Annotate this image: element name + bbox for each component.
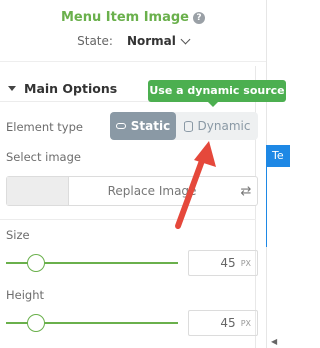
- canvas-element-tag[interactable]: Te: [266, 145, 290, 167]
- main-options-section: Main Options: [0, 66, 256, 348]
- size-input[interactable]: 45 PX: [188, 250, 258, 276]
- divider: [0, 219, 256, 220]
- scroll-down-icon[interactable]: ◀: [271, 337, 277, 346]
- state-label: State:: [77, 34, 113, 48]
- size-value[interactable]: 45: [220, 256, 235, 270]
- height-unit: PX: [240, 318, 251, 328]
- static-option-button[interactable]: Static: [110, 112, 176, 140]
- panel-header: Menu Item Image ? State: Normal: [0, 0, 266, 62]
- element-type-toggle: Static Dynamic: [110, 112, 258, 140]
- height-slider-handle[interactable]: [27, 314, 45, 332]
- select-image-label: Select image: [6, 150, 81, 164]
- height-input[interactable]: 45 PX: [188, 310, 258, 336]
- panel-title: Menu Item Image: [60, 10, 189, 25]
- dynamic-source-tooltip: Use a dynamic source: [148, 80, 286, 107]
- caret-down-icon: [8, 86, 16, 91]
- image-thumbnail[interactable]: [7, 177, 69, 205]
- size-slider-handle[interactable]: [27, 254, 45, 272]
- state-dropdown[interactable]: Normal: [126, 34, 191, 48]
- height-label: Height: [6, 288, 45, 302]
- static-option-label: Static: [130, 119, 171, 133]
- section-title: Main Options: [24, 81, 118, 96]
- link-icon: [115, 123, 126, 129]
- canvas-area: [266, 0, 290, 348]
- size-slider[interactable]: [6, 254, 178, 272]
- dynamic-option-button[interactable]: Dynamic: [176, 112, 258, 140]
- properties-panel: Menu Item Image ? State: Normal Main Opt…: [0, 0, 286, 348]
- chevron-down-icon: [180, 34, 191, 44]
- image-picker[interactable]: Replace Image ⇄: [6, 176, 258, 206]
- help-icon[interactable]: ?: [193, 11, 205, 24]
- size-unit: PX: [240, 258, 251, 268]
- swap-icon[interactable]: ⇄: [235, 184, 257, 199]
- element-type-label: Element type: [6, 120, 83, 134]
- height-value[interactable]: 45: [220, 316, 235, 330]
- canvas-selection-line: [266, 167, 267, 247]
- state-value: Normal: [126, 34, 176, 48]
- height-slider[interactable]: [6, 314, 178, 332]
- replace-image-button[interactable]: Replace Image: [69, 184, 235, 198]
- state-selector: State: Normal: [0, 34, 266, 48]
- size-label: Size: [6, 228, 30, 242]
- database-icon: [183, 120, 193, 132]
- dynamic-option-label: Dynamic: [197, 119, 251, 133]
